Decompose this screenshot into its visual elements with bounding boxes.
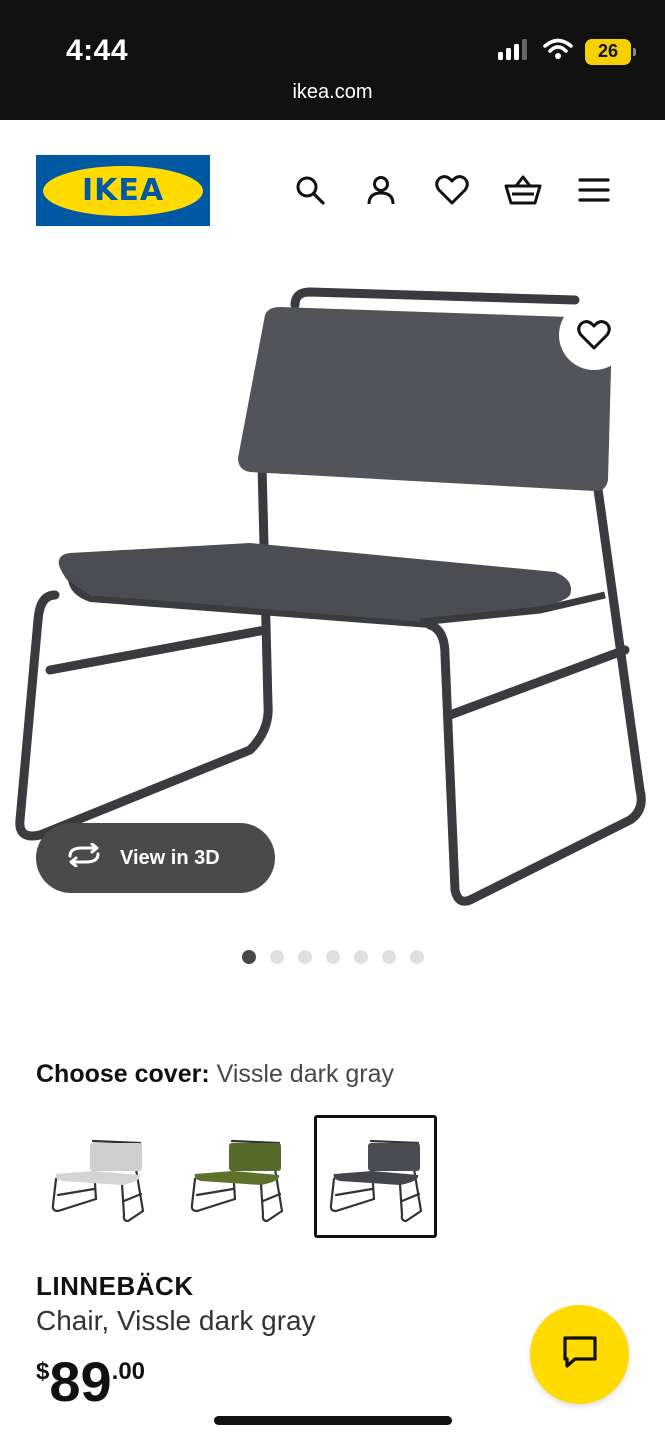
gallery-dot[interactable] — [325, 950, 340, 964]
gallery-dot[interactable] — [241, 950, 256, 964]
cover-swatch-dark-gray[interactable] — [314, 1115, 437, 1238]
menu-icon[interactable] — [574, 170, 614, 210]
chat-button[interactable] — [530, 1305, 629, 1404]
chat-icon — [561, 1334, 599, 1375]
price-currency: $ — [36, 1358, 50, 1385]
cover-swatch-light-gray[interactable] — [36, 1115, 159, 1238]
gallery-pagination — [0, 950, 665, 964]
product-name: LINNEBÄCK — [36, 1271, 194, 1301]
status-time: 4:44 — [66, 34, 129, 67]
home-indicator[interactable] — [214, 1416, 452, 1425]
search-icon[interactable] — [290, 170, 330, 210]
add-to-favorites-button[interactable] — [559, 300, 629, 370]
price-integer: 89 — [49, 1350, 112, 1413]
choose-cover-label: Choose cover: Vissle dark gray — [36, 1060, 394, 1089]
cover-swatch-green[interactable] — [175, 1115, 298, 1238]
basket-icon[interactable] — [503, 170, 543, 210]
cover-swatches — [36, 1115, 437, 1238]
product-description: Chair, Vissle dark gray — [36, 1305, 316, 1336]
wifi-icon — [543, 38, 573, 65]
url-bar[interactable]: ikea.com — [0, 81, 665, 104]
view-in-3d-label: View in 3D — [120, 846, 220, 869]
gallery-dot[interactable] — [409, 950, 424, 964]
product-price: $ 89 .00 — [36, 1352, 145, 1412]
heart-icon[interactable] — [432, 170, 472, 210]
view-in-3d-button[interactable]: View in 3D — [36, 823, 275, 893]
price-decimal: .00 — [111, 1358, 146, 1385]
battery-icon: 26 — [585, 38, 636, 65]
status-bar: 4:44 26 ikea.com — [0, 0, 665, 120]
gallery-dot[interactable] — [269, 950, 284, 964]
header-nav — [0, 170, 665, 210]
signal-icon — [497, 38, 531, 65]
gallery-dot[interactable] — [381, 950, 396, 964]
rotate-3d-icon — [66, 842, 102, 873]
account-icon[interactable] — [361, 170, 401, 210]
gallery-dot[interactable] — [297, 950, 312, 964]
gallery-dot[interactable] — [353, 950, 368, 964]
selected-cover-value: Vissle dark gray — [216, 1060, 395, 1088]
choose-cover-heading: Choose cover: — [36, 1060, 210, 1088]
status-icons: 26 — [497, 38, 636, 65]
site-header: IKEA — [0, 120, 665, 250]
